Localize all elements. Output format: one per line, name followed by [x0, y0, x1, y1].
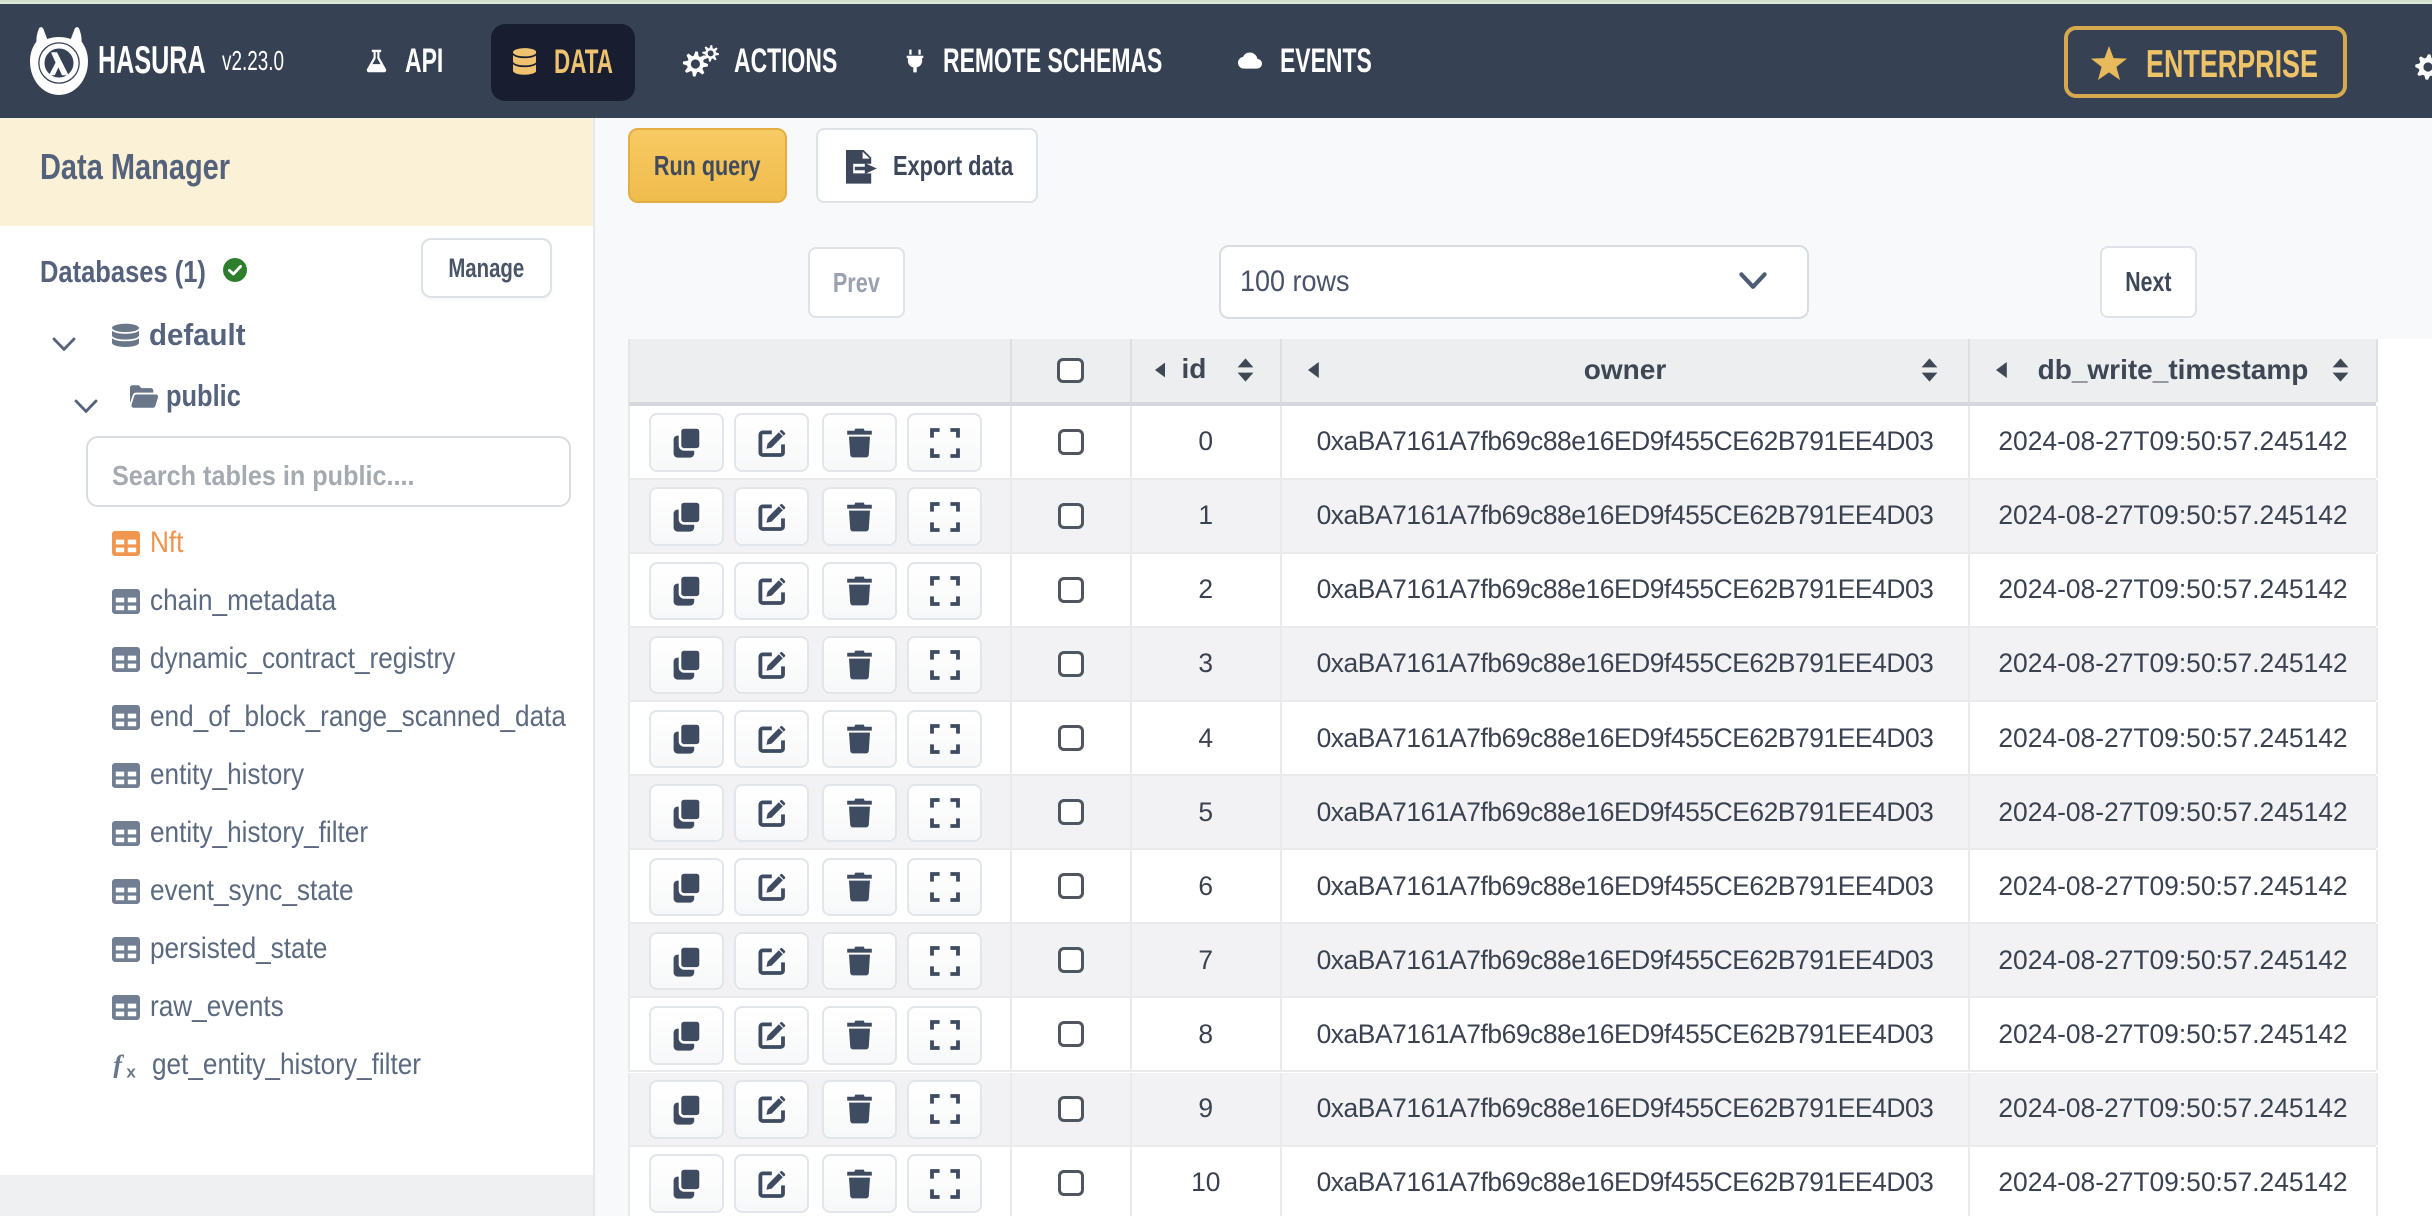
- svg-text:f: f: [113, 1052, 125, 1078]
- svg-text:x: x: [126, 1063, 136, 1078]
